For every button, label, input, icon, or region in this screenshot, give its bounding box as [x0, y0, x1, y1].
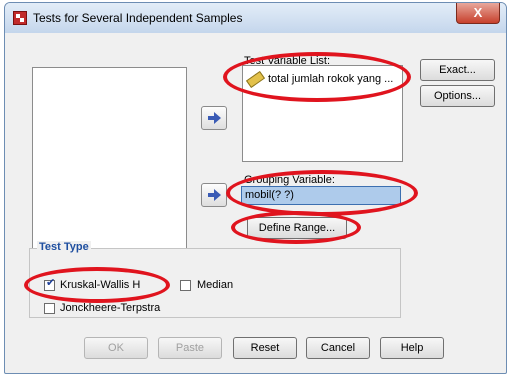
- window-title: Tests for Several Independent Samples: [33, 11, 243, 25]
- test-variable-item-label: total jumlah rokok yang ...: [268, 73, 394, 85]
- move-to-grouping-button[interactable]: [201, 183, 227, 207]
- kruskal-wallis-checkbox[interactable]: ✔: [44, 277, 56, 291]
- ruler-scale-icon: [245, 70, 266, 88]
- kruskal-wallis-label[interactable]: Kruskal-Wallis H: [60, 279, 140, 291]
- median-label[interactable]: Median: [197, 279, 233, 291]
- median-checkbox[interactable]: [180, 280, 191, 291]
- grouping-variable-label: Grouping Variable:: [244, 174, 335, 186]
- test-type-legend: Test Type: [37, 241, 91, 253]
- spss-app-icon: [13, 11, 27, 25]
- title-bar: Tests for Several Independent Samples X: [5, 3, 506, 33]
- exact-button[interactable]: Exact...: [420, 59, 495, 81]
- jonckheere-terpstra-checkbox[interactable]: [44, 303, 55, 314]
- test-variable-list[interactable]: total jumlah rokok yang ...: [242, 65, 403, 162]
- jonckheere-terpstra-label[interactable]: Jonckheere-Terpstra: [60, 302, 160, 314]
- move-to-test-list-button[interactable]: [201, 106, 227, 130]
- arrow-right-icon: [208, 189, 221, 201]
- cancel-button[interactable]: Cancel: [306, 337, 370, 359]
- reset-button[interactable]: Reset: [233, 337, 297, 359]
- options-button[interactable]: Options...: [420, 85, 495, 107]
- paste-button[interactable]: Paste: [158, 337, 222, 359]
- define-range-button[interactable]: Define Range...: [247, 217, 347, 239]
- help-button[interactable]: Help: [380, 337, 444, 359]
- close-button[interactable]: X: [456, 3, 500, 24]
- source-variable-list[interactable]: [32, 67, 187, 249]
- ok-button[interactable]: OK: [84, 337, 148, 359]
- test-variable-item[interactable]: total jumlah rokok yang ...: [245, 70, 394, 88]
- arrow-right-icon: [208, 112, 221, 124]
- grouping-variable-field[interactable]: mobil(? ?): [241, 186, 401, 205]
- checkmark-icon: ✔: [46, 277, 56, 289]
